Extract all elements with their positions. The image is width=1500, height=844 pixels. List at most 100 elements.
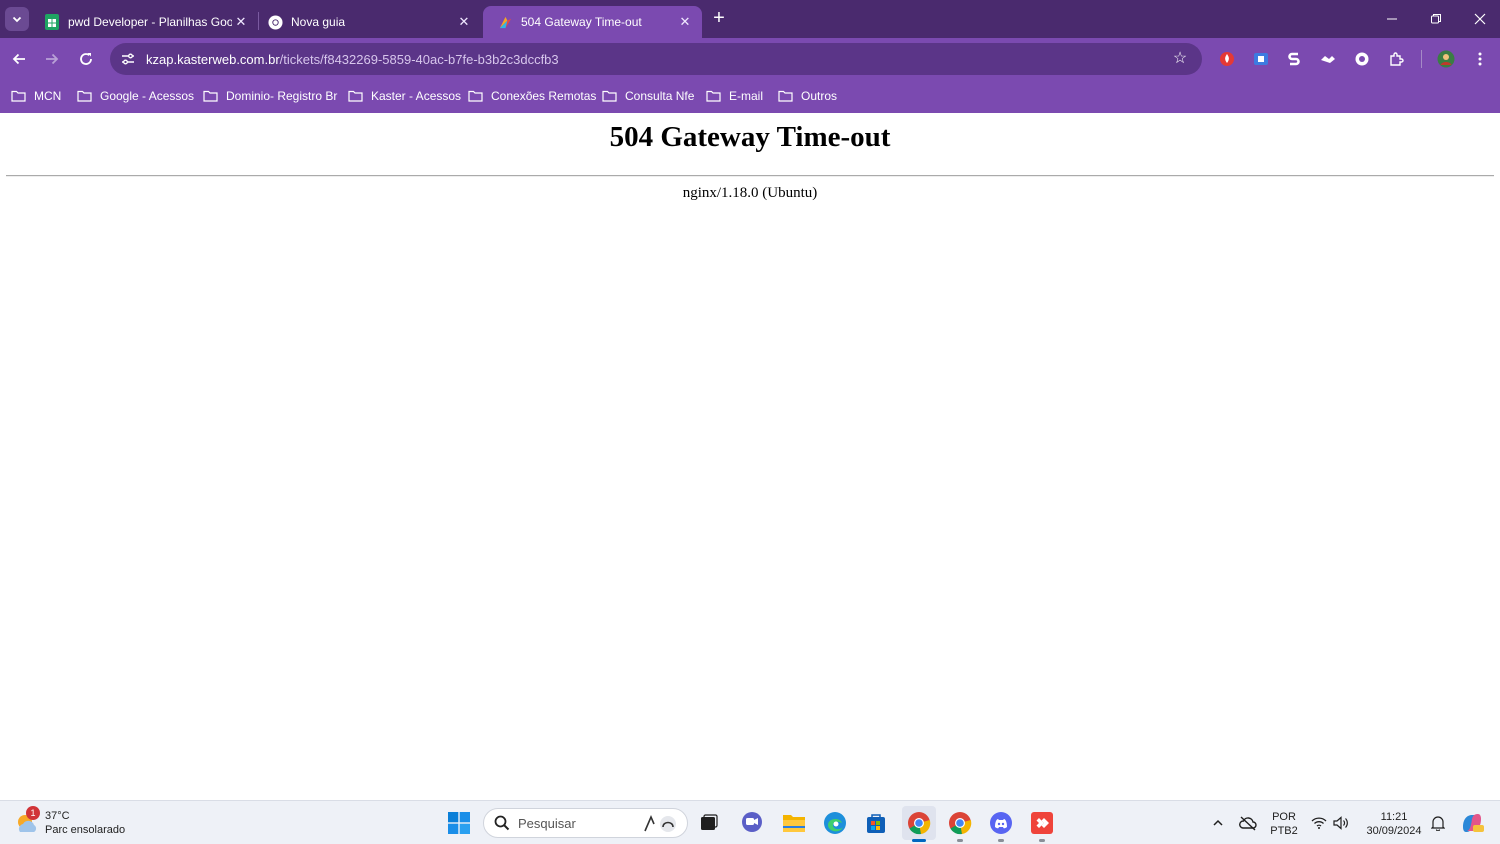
open-app-indicator: [998, 839, 1004, 842]
close-tab-icon[interactable]: ✕: [676, 13, 694, 31]
back-button[interactable]: [6, 46, 32, 72]
taskbar-chrome-active[interactable]: [902, 806, 936, 840]
clock[interactable]: 11:21 30/09/2024: [1360, 810, 1428, 838]
chat-bubble-icon: [742, 812, 762, 832]
bookmark-outros[interactable]: Outros: [778, 87, 837, 105]
open-app-indicator: [1039, 839, 1045, 842]
tab-planilhas[interactable]: pwd Developer - Planilhas Goog ✕: [30, 6, 258, 38]
extensions-puzzle-icon[interactable]: [1386, 49, 1406, 69]
page-content: 504 Gateway Time-out nginx/1.18.0 (Ubunt…: [0, 113, 1500, 800]
url-host: kzap.kasterweb.com.br: [146, 51, 280, 67]
tab-search-button[interactable]: [5, 7, 29, 31]
arrow-left-icon: [12, 53, 25, 65]
anydesk-icon: [1031, 812, 1053, 834]
bookmark-mcn[interactable]: MCN: [11, 87, 61, 105]
taskbar-store[interactable]: [862, 809, 890, 837]
forward-button[interactable]: [39, 46, 65, 72]
close-tab-icon[interactable]: ✕: [232, 13, 250, 31]
extension-s-icon[interactable]: [1284, 49, 1304, 69]
toolbar-divider: [1421, 50, 1422, 68]
weather-sun-cloud-icon: 1: [14, 806, 40, 836]
taskbar-file-explorer[interactable]: [780, 809, 808, 837]
reload-icon: [80, 53, 92, 65]
taskbar-edge[interactable]: [821, 809, 849, 837]
bookmark-star-icon[interactable]: ☆: [1170, 49, 1190, 69]
tab-title: pwd Developer - Planilhas Goog: [68, 15, 232, 29]
close-icon: [1474, 13, 1486, 25]
google-sheets-icon: [44, 14, 60, 30]
start-button[interactable]: [445, 809, 473, 837]
folder-icon: [783, 815, 805, 832]
bookmark-conexoes-remotas[interactable]: Conexões Remotas: [468, 87, 596, 105]
taskbar-search[interactable]: Pesquisar: [483, 808, 688, 838]
taskbar-chrome-profile[interactable]: [946, 809, 974, 837]
chrome-icon: [908, 812, 931, 835]
reload-button[interactable]: [73, 46, 99, 72]
browser-toolbar: kzap.kasterweb.com.br/tickets/f8432269-5…: [0, 38, 1500, 79]
tab-nova-guia[interactable]: Nova guia ✕: [253, 6, 481, 38]
weather-text: 37°C Parc ensolarado: [45, 809, 125, 837]
folder-icon: [602, 90, 617, 102]
restore-icon: [1431, 14, 1441, 24]
close-tab-icon[interactable]: ✕: [455, 13, 473, 31]
search-icon: [494, 815, 510, 831]
task-view-button[interactable]: [695, 809, 723, 837]
extension-red-drop-icon[interactable]: [1217, 49, 1237, 69]
profile-avatar[interactable]: [1436, 49, 1456, 69]
task-view-icon: [701, 814, 718, 830]
weather-widget[interactable]: 1 37°C Parc ensolarado: [14, 806, 125, 840]
bookmark-kaster-acessos[interactable]: Kaster - Acessos: [348, 87, 461, 105]
address-bar[interactable]: kzap.kasterweb.com.br/tickets/f8432269-5…: [110, 43, 1202, 75]
restore-button[interactable]: [1414, 0, 1458, 38]
server-signature: nginx/1.18.0 (Ubuntu): [682, 185, 818, 201]
weather-condition: Parc ensolarado: [45, 824, 126, 836]
extension-handshake-icon[interactable]: [1318, 49, 1338, 69]
bookmark-label: Consulta Nfe: [625, 89, 695, 103]
copilot-button[interactable]: [1458, 809, 1486, 837]
keyboard-layout: PTB2: [1270, 825, 1298, 837]
bookmark-label: Kaster - Acessos: [371, 89, 462, 103]
chevron-down-icon: [12, 16, 22, 23]
chevron-up-icon: [1213, 819, 1223, 826]
folder-icon: [77, 90, 92, 102]
taskbar-meet-app[interactable]: [738, 809, 766, 837]
extension-circle-icon[interactable]: [1352, 49, 1372, 69]
tab-title: Nova guia: [291, 15, 346, 29]
clock-time: 11:21: [1380, 811, 1408, 823]
bookmark-email[interactable]: E-mail: [706, 87, 763, 105]
weather-notification-badge: 1: [26, 806, 40, 820]
chrome-icon: [267, 14, 283, 30]
bookmark-label: MCN: [34, 89, 62, 103]
discord-icon: [990, 812, 1012, 834]
taskbar-anydesk[interactable]: [1028, 809, 1056, 837]
close-window-button[interactable]: [1458, 0, 1500, 38]
divider: [6, 175, 1494, 177]
folder-icon: [203, 90, 218, 102]
bookmarks-bar: MCN Google - Acessos Dominio- Registro B…: [0, 79, 1500, 113]
taskbar-discord[interactable]: [987, 809, 1015, 837]
bookmark-label: Conexões Remotas: [491, 89, 597, 103]
bookmark-consulta-nfe[interactable]: Consulta Nfe: [602, 87, 694, 105]
bookmark-google-acessos[interactable]: Google - Acessos: [77, 87, 194, 105]
minimize-button[interactable]: [1370, 0, 1414, 38]
edge-browser-icon: [824, 812, 846, 834]
browser-menu-icon[interactable]: [1470, 49, 1490, 69]
onedrive-offline-button[interactable]: [1234, 809, 1262, 837]
cloud-off-icon: [1239, 816, 1257, 831]
notifications-button[interactable]: [1424, 809, 1452, 837]
site-info-icon[interactable]: [116, 47, 140, 71]
arrow-right-icon: [46, 53, 59, 65]
tab-504-gateway[interactable]: 504 Gateway Time-out ✕: [483, 6, 702, 38]
copilot-icon: [1463, 814, 1484, 832]
tab-title: 504 Gateway Time-out: [521, 15, 642, 29]
search-placeholder: Pesquisar: [518, 815, 576, 831]
url-text: kzap.kasterweb.com.br/tickets/f8432269-5…: [146, 52, 559, 67]
show-hidden-icons-button[interactable]: [1204, 809, 1232, 837]
new-tab-button[interactable]: +: [708, 8, 730, 30]
bookmark-label: Dominio- Registro Br: [226, 89, 338, 103]
bookmark-dominio-registro[interactable]: Dominio- Registro Br: [203, 87, 337, 105]
extension-blue-box-icon[interactable]: [1251, 49, 1271, 69]
folder-icon: [706, 90, 721, 102]
volume-button[interactable]: [1327, 809, 1355, 837]
input-language-indicator[interactable]: POR PTB2: [1266, 810, 1302, 838]
